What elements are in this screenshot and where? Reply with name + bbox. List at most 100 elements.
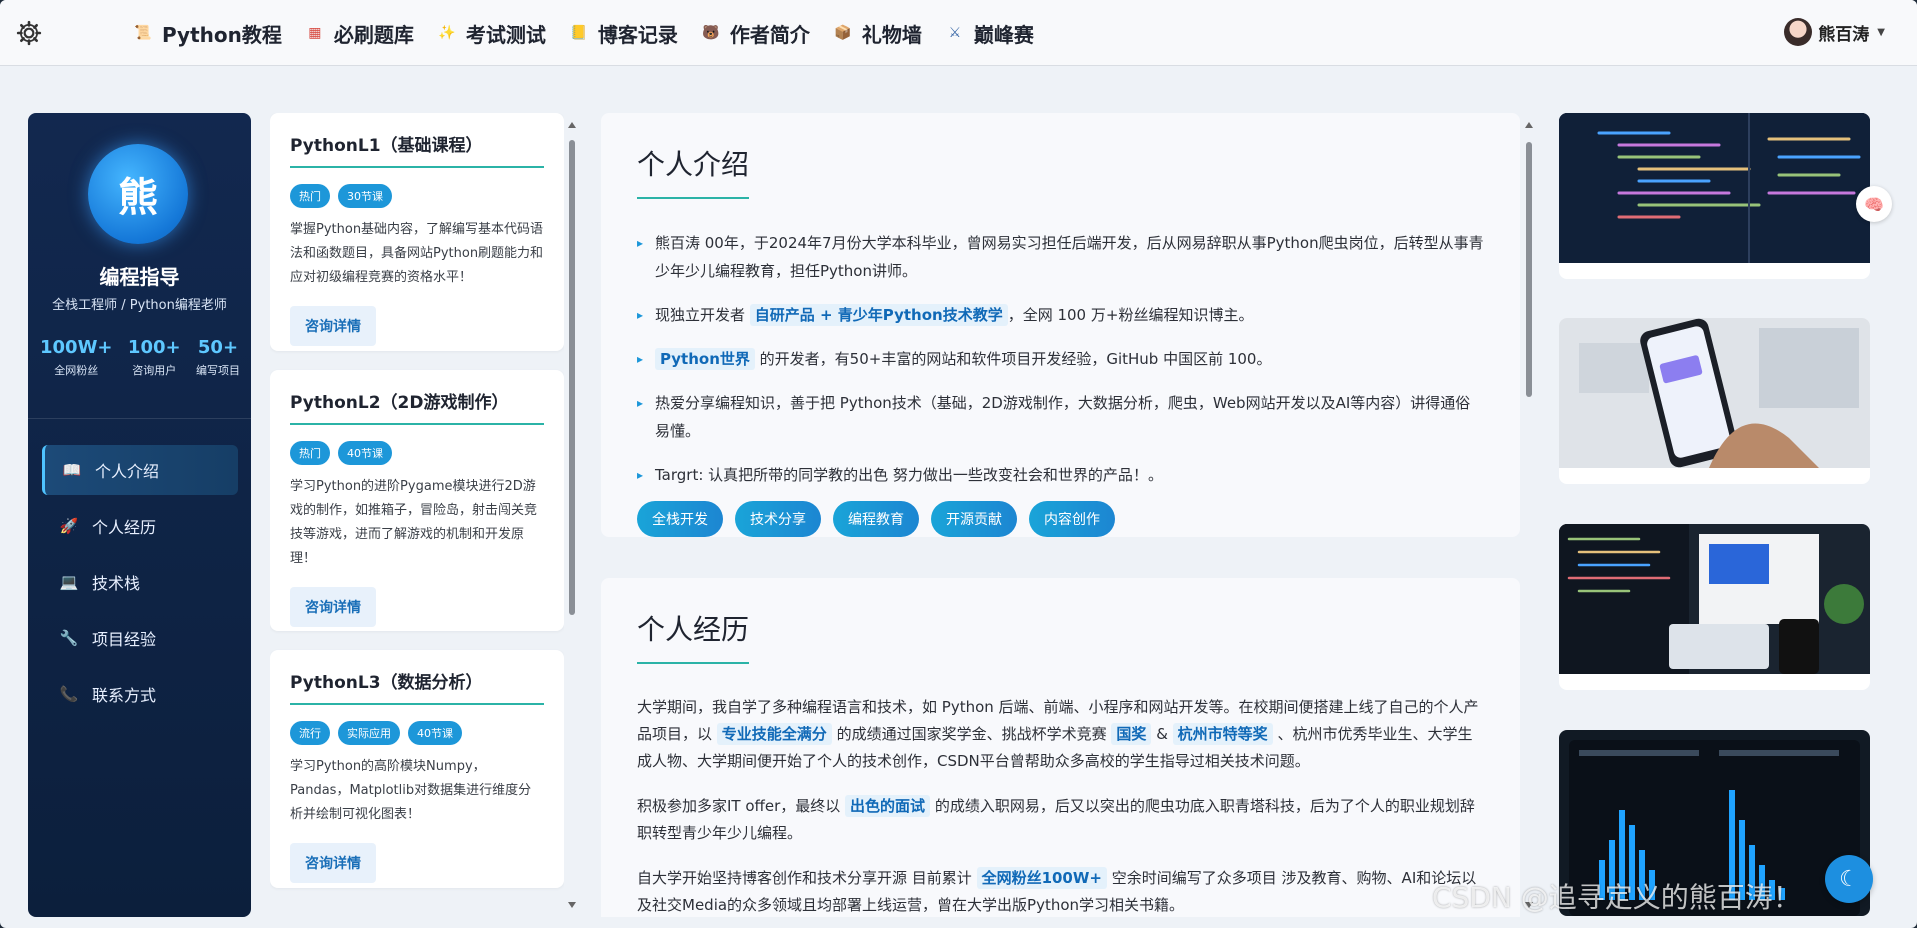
scroll-up-icon[interactable] [568, 122, 576, 128]
section-title: 个人介绍 [637, 148, 750, 181]
nav-label: 博客记录 [597, 22, 678, 47]
intro-bullet: Python世界 的开发者，有50+丰富的网站和软件项目开发经验，GitHub … [637, 345, 1484, 373]
menu-item-tech-stack[interactable]: 💻 技术栈 [42, 557, 238, 607]
course-card-l1: PythonL1（基础课程） 热门 30节课 掌握Python基础内容，了解编写… [270, 113, 564, 351]
scroll-thumb[interactable] [569, 140, 575, 615]
stat-caption: 咨询用户 [132, 364, 177, 377]
top-navbar: 📜 Python教程 ▦ 必刷题库 ✨ 考试测试 📒 博客记录 🐻 作者简介 📦 [0, 0, 1917, 66]
intro-bullet: 现独立开发者 自研产品 + 青少年Python技术教学，全网 100 万+粉丝编… [637, 301, 1484, 329]
consult-button[interactable]: 咨询详情 [290, 843, 376, 883]
menu-item-projects[interactable]: 🔧 项目经验 [42, 613, 238, 663]
para-text: 自大学开始坚持博客创作和技术分享开源 目前累计 [637, 869, 972, 887]
skill-pill[interactable]: 开源贡献 [931, 501, 1017, 537]
course-tag: 30节课 [338, 184, 392, 208]
wrench-icon: 🔧 [59, 629, 79, 647]
course-scrollbar[interactable] [567, 120, 577, 910]
nav-author[interactable]: 🐻 作者简介 [700, 19, 810, 48]
laptop-icon: 💻 [59, 573, 79, 591]
nav-blog[interactable]: 📒 博客记录 [568, 19, 678, 48]
skill-pill[interactable]: 技术分享 [735, 501, 821, 537]
caret-down-icon: ▼ [1877, 26, 1885, 38]
highlight-text: 国奖 [1111, 723, 1152, 745]
course-card-l3: PythonL3（数据分析） 流行 实际应用 40节课 学习Python的高阶模… [270, 650, 564, 888]
nav-question-bank[interactable]: ▦ 必刷题库 [304, 19, 414, 48]
gift-box-icon: 📦 [834, 25, 852, 41]
dark-mode-toggle[interactable]: ☾ [1825, 855, 1873, 903]
bullet-text: Targrt: 认真把所带的同学教的出色 努力做出一些改变社会和世界的产品！。 [655, 466, 1163, 484]
nav-exam[interactable]: ✨ 考试测试 [436, 19, 546, 48]
para-text: 积极参加多家IT offer，最终以 [637, 797, 841, 815]
course-title: PythonL2（2D游戏制作） [290, 370, 544, 425]
bullet-text: ，全网 100 万+粉丝编程知识博主。 [1007, 306, 1254, 324]
rocket-icon: 🚀 [59, 517, 79, 535]
menu-item-experience[interactable]: 🚀 个人经历 [42, 501, 238, 551]
user-menu[interactable]: 熊百涛 ▼ [1784, 18, 1885, 46]
profile-stats: 100W+ 全网粉丝 100+ 咨询用户 50+ 编写项目 [40, 337, 240, 378]
highlight-text: 自研产品 + 青少年Python技术教学 [749, 304, 1008, 326]
stat-fans: 100W+ 全网粉丝 [40, 337, 113, 378]
main-content: 个人介绍 熊百涛 00年，于2024年7月份大学本科毕业，曾网易实习担任后端开发… [601, 113, 1520, 917]
intro-bullet: Targrt: 认真把所带的同学教的出色 努力做出一些改变社会和世界的产品！。 [637, 461, 1484, 489]
menu-label: 技术栈 [92, 574, 141, 593]
skill-pill[interactable]: 全栈开发 [637, 501, 723, 537]
scroll-up-icon[interactable] [1525, 122, 1533, 128]
stat-value: 100+ [127, 337, 181, 358]
stat-caption: 全网粉丝 [54, 364, 99, 377]
image-card[interactable] [1559, 318, 1870, 484]
crossed-swords-icon: ⚔ [948, 25, 962, 41]
course-tags: 流行 实际应用 40节课 [290, 721, 544, 745]
menu-label: 联系方式 [92, 686, 157, 705]
course-tag: 40节课 [408, 721, 462, 745]
intro-bullet: 熊百涛 00年，于2024年7月份大学本科毕业，曾网易实习担任后端开发，后从网易… [637, 229, 1484, 285]
highlight-text: 全网粉丝100W+ [976, 867, 1107, 889]
gear-icon[interactable] [16, 20, 42, 46]
code-screen-image [1559, 113, 1870, 263]
stat-consult-users: 100+ 咨询用户 [128, 337, 181, 378]
experience-card: 个人经历 大学期间，我自学了多种编程语言和技术，如 Python 后端、前端、小… [601, 578, 1520, 917]
notebook-icon: 📒 [570, 25, 588, 41]
nav-contest[interactable]: ⚔ 巅峰赛 [944, 19, 1034, 48]
intro-bullet: 热爱分享编程知识，善于把 Python技术（基础，2D游戏制作，大数据分析，爬虫… [637, 389, 1484, 445]
app-window: 📜 Python教程 ▦ 必刷题库 ✨ 考试测试 📒 博客记录 🐻 作者简介 📦 [0, 0, 1917, 928]
menu-item-intro[interactable]: 📖 个人介绍 [42, 445, 238, 495]
course-description: 学习Python的高阶模块Numpy，Pandas，Matplotlib对数据集… [290, 759, 532, 822]
skill-pill[interactable]: 内容创作 [1029, 501, 1115, 537]
scroll-thumb[interactable] [1526, 142, 1532, 397]
scroll-down-icon[interactable] [568, 902, 576, 908]
profile-name: 编程指导 [99, 265, 180, 289]
menu-label: 个人经历 [92, 518, 157, 537]
nav-python-tutorial[interactable]: 📜 Python教程 [132, 19, 282, 48]
grid-icon: ▦ [308, 25, 322, 41]
bear-icon: 🐻 [702, 25, 720, 41]
nav-label: 巅峰赛 [973, 22, 1034, 47]
image-card[interactable] [1559, 524, 1870, 690]
highlight-text: 出色的面试 [845, 795, 931, 817]
nav-label: 作者简介 [729, 22, 810, 47]
image-card[interactable] [1559, 113, 1870, 279]
profile-subtitle: 全栈工程师 / Python编程老师 [52, 298, 227, 313]
desk-monitor-image [1559, 524, 1870, 674]
course-title: PythonL1（基础课程） [290, 113, 544, 168]
floating-helper-button[interactable]: 🧠 [1856, 186, 1892, 222]
experience-paragraph: 大学期间，我自学了多种编程语言和技术，如 Python 后端、前端、小程序和网站… [637, 694, 1484, 775]
skill-pill[interactable]: 编程教育 [833, 501, 919, 537]
consult-button[interactable]: 咨询详情 [290, 306, 376, 346]
menu-label: 个人介绍 [95, 462, 160, 481]
nav-label: 必刷题库 [333, 22, 414, 47]
experience-body: 大学期间，我自学了多种编程语言和技术，如 Python 后端、前端、小程序和网站… [637, 694, 1484, 917]
course-description: 学习Python的进阶Pygame模块进行2D游戏的制作，如推箱子，冒险岛，射击… [290, 479, 538, 566]
nav-label: Python教程 [162, 22, 282, 47]
brain-icon: 🧠 [1864, 194, 1884, 214]
nav-gift-wall[interactable]: 📦 礼物墙 [832, 19, 922, 48]
course-tag: 40节课 [338, 441, 392, 465]
highlight-text: 杭州市特等奖 [1172, 723, 1273, 745]
stat-value: 100W+ [40, 337, 113, 358]
menu-item-contact[interactable]: 📞 联系方式 [42, 669, 238, 719]
divider [28, 418, 251, 419]
experience-paragraph: 自大学开始坚持博客创作和技术分享开源 目前累计 全网粉丝100W+ 空余时间编写… [637, 865, 1484, 917]
course-list: PythonL1（基础课程） 热门 30节课 掌握Python基础内容，了解编写… [270, 113, 564, 917]
experience-paragraph: 积极参加多家IT offer，最终以 出色的面试 的成绩入职网易，后又以突出的爬… [637, 793, 1484, 847]
consult-button[interactable]: 咨询详情 [290, 587, 376, 627]
content-scrollbar[interactable] [1524, 120, 1534, 910]
moon-icon: ☾ [1839, 866, 1859, 892]
